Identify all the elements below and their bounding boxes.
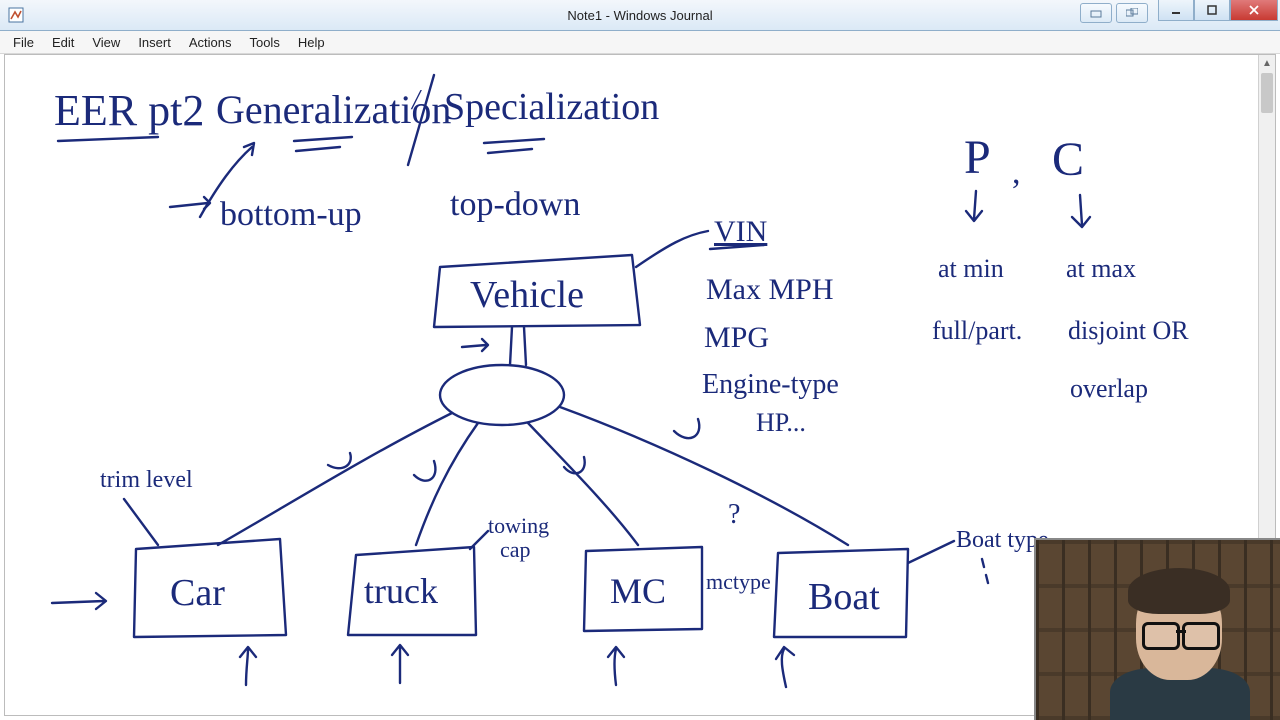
app-icon: [4, 3, 28, 27]
maximize-button[interactable]: [1194, 0, 1230, 21]
ink-truck: truck: [364, 571, 438, 611]
aux-button-1[interactable]: [1080, 3, 1112, 23]
app-window: Note1 - Windows Journal File Edit View I…: [0, 0, 1280, 720]
ink-c-line1: at max: [1066, 254, 1136, 283]
ink-p-line2: full/part.: [932, 316, 1022, 345]
ink-specialization: Specialization: [444, 86, 659, 128]
ink-towingcap-1: towing: [488, 513, 549, 538]
ink-c-line3: overlap: [1070, 374, 1148, 403]
webcam-overlay: [1034, 538, 1280, 720]
ink-car: Car: [170, 572, 225, 614]
menu-actions[interactable]: Actions: [180, 33, 241, 52]
menu-edit[interactable]: Edit: [43, 33, 83, 52]
ink-legend-p: P: [964, 131, 991, 184]
ink-heading: EER pt2: [54, 86, 204, 135]
menu-view[interactable]: View: [83, 33, 129, 52]
menubar: File Edit View Insert Actions Tools Help: [0, 31, 1280, 54]
menu-help[interactable]: Help: [289, 33, 334, 52]
ink-vehicle: Vehicle: [470, 274, 584, 316]
window-controls: [1158, 0, 1278, 22]
aux-window-buttons: [1080, 3, 1148, 23]
ink-boat: Boat: [808, 576, 880, 618]
aux-button-2[interactable]: [1116, 3, 1148, 23]
ink-attr-maxmph: Max MPH: [706, 273, 834, 306]
ink-legend-c: C: [1052, 133, 1084, 186]
ink-trimlevel: trim level: [100, 467, 193, 493]
scroll-thumb[interactable]: [1261, 73, 1273, 113]
ink-legend-comma: ,: [1012, 154, 1021, 191]
ink-p-line1: at min: [938, 254, 1004, 283]
ink-mc-q: ?: [728, 499, 740, 530]
menu-tools[interactable]: Tools: [240, 33, 288, 52]
close-button[interactable]: [1230, 0, 1278, 21]
ink-towingcap-2: cap: [500, 537, 531, 562]
ink-attr-mpg: MPG: [704, 321, 769, 354]
ink-mc: MC: [610, 571, 666, 611]
webcam-person: [1104, 568, 1254, 718]
menu-insert[interactable]: Insert: [129, 33, 180, 52]
ink-attr-hp: HP...: [756, 408, 806, 437]
ink-bottom-up: bottom-up: [220, 196, 362, 233]
ink-mctype: mctype: [706, 569, 771, 594]
ink-attr-engine: Engine-type: [702, 369, 839, 400]
menu-file[interactable]: File: [4, 33, 43, 52]
ink-attr-vin: VIN: [714, 215, 767, 248]
scroll-up-icon[interactable]: ▲: [1259, 55, 1275, 71]
ink-c-line2: disjoint OR: [1068, 316, 1189, 345]
titlebar: Note1 - Windows Journal: [0, 0, 1280, 31]
minimize-button[interactable]: [1158, 0, 1194, 21]
ink-top-down: top-down: [450, 186, 580, 223]
